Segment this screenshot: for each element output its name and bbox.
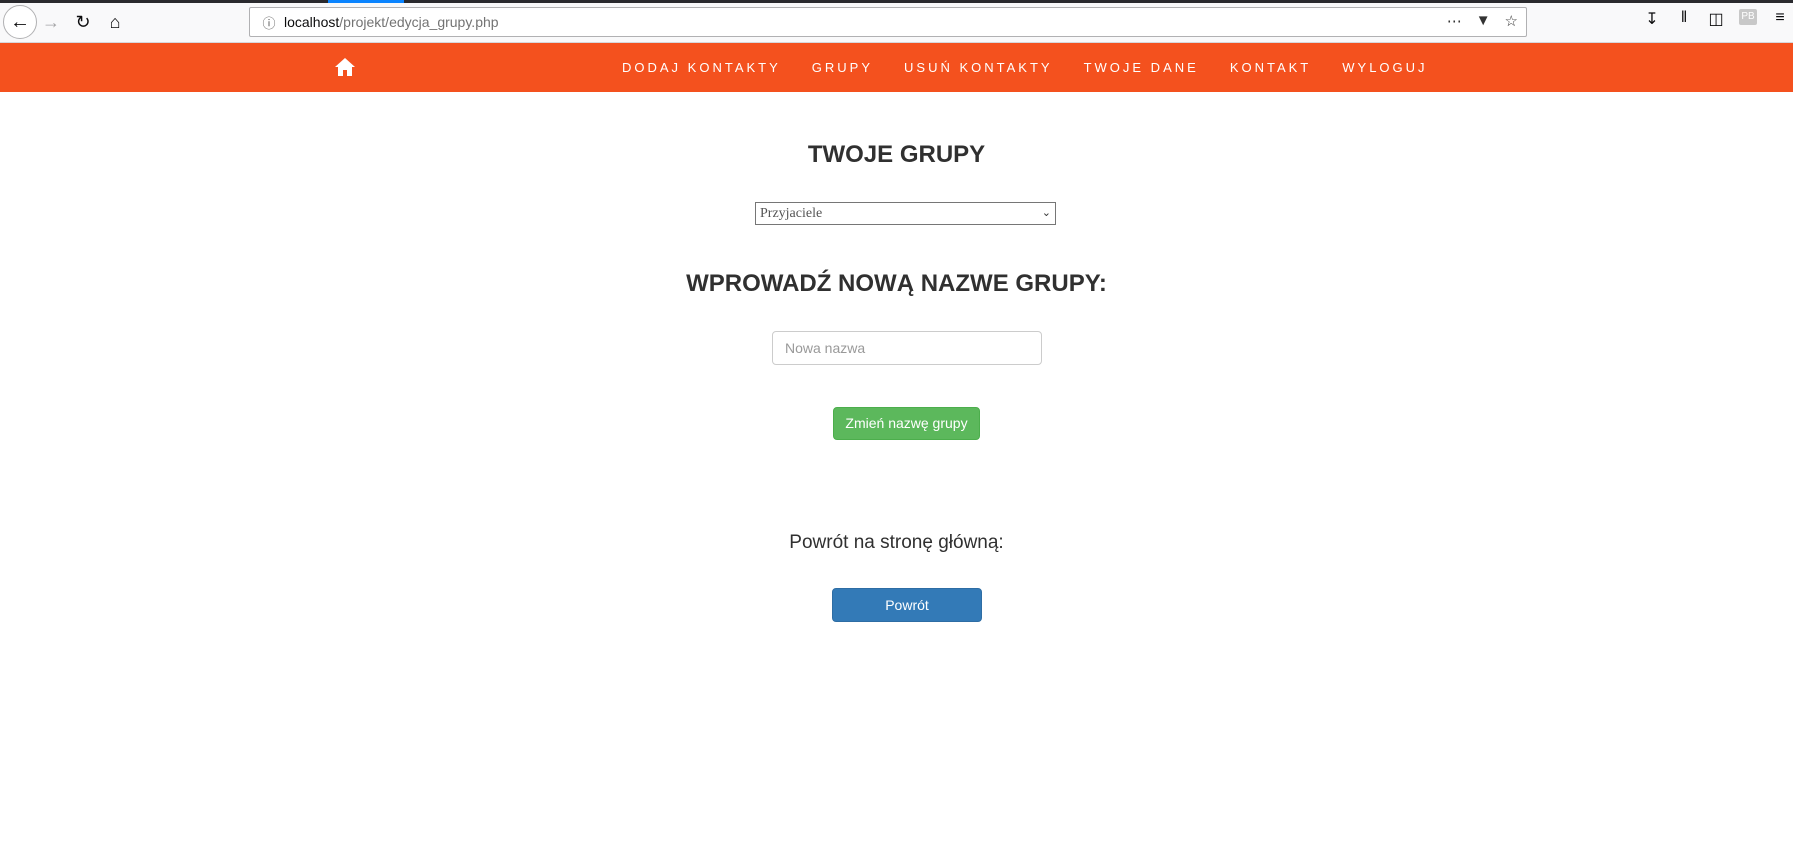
- back-to-home-label: Powrót na stronę główną:: [789, 532, 1004, 553]
- nav-link-kontakt[interactable]: KONTAKT: [1230, 60, 1311, 75]
- reload-icon[interactable]: ↻: [68, 8, 98, 36]
- active-tab-indicator[interactable]: [328, 0, 404, 3]
- url-text[interactable]: localhost/projekt/edycja_grupy.php: [284, 14, 499, 30]
- pb-extension-icon[interactable]: PB: [1739, 9, 1757, 25]
- library-icon[interactable]: ‖: [1675, 9, 1693, 29]
- nav-link-usun-kontakty[interactable]: USUŃ KONTAKTY: [904, 60, 1053, 75]
- page-title: TWOJE GRUPY: [807, 141, 986, 168]
- url-path: /projekt/edycja_grupy.php: [339, 14, 499, 30]
- home-icon[interactable]: ⌂: [100, 8, 130, 36]
- pocket-icon[interactable]: ▼: [1476, 12, 1491, 30]
- nav-link-dodaj-kontakty[interactable]: DODAJ KONTAKTY: [622, 60, 781, 75]
- menu-icon[interactable]: ≡: [1771, 9, 1789, 29]
- download-icon[interactable]: ↧: [1643, 9, 1661, 29]
- new-name-heading: WPROWADŹ NOWĄ NAZWE GRUPY:: [686, 270, 1107, 297]
- site-navbar: DODAJ KONTAKTY GRUPY USUŃ KONTAKTY TWOJE…: [0, 43, 1793, 92]
- url-host: localhost: [284, 14, 340, 30]
- chevron-down-icon: ⌄: [1041, 207, 1051, 219]
- forward-icon[interactable]: →: [36, 8, 66, 36]
- group-select-value: Przyjaciele: [760, 206, 823, 221]
- bookmark-star-icon[interactable]: ☆: [1505, 12, 1518, 30]
- nav-link-twoje-dane[interactable]: TWOJE DANE: [1084, 60, 1199, 75]
- nav-link-grupy[interactable]: GRUPY: [812, 60, 873, 75]
- sidebar-icon[interactable]: ◫: [1707, 9, 1725, 29]
- tab-strip: [0, 0, 1793, 3]
- nav-link-wyloguj[interactable]: WYLOGUJ: [1342, 60, 1427, 75]
- back-icon[interactable]: ←: [3, 5, 37, 39]
- more-icon[interactable]: ⋯: [1447, 12, 1462, 30]
- url-bar[interactable]: ⓘ localhost/projekt/edycja_grupy.php ⋯ ▼…: [249, 7, 1527, 37]
- info-icon[interactable]: ⓘ: [254, 13, 284, 32]
- rename-group-button[interactable]: Zmień nazwę grupy: [833, 407, 980, 440]
- home-icon[interactable]: [334, 57, 356, 77]
- new-name-input[interactable]: Nowa nazwa: [772, 331, 1042, 365]
- back-button[interactable]: Powrót: [832, 588, 982, 622]
- group-select[interactable]: Przyjaciele ⌄: [755, 202, 1056, 225]
- browser-toolbar: ← → ↻ ⌂ ⓘ localhost/projekt/edycja_grupy…: [0, 0, 1793, 43]
